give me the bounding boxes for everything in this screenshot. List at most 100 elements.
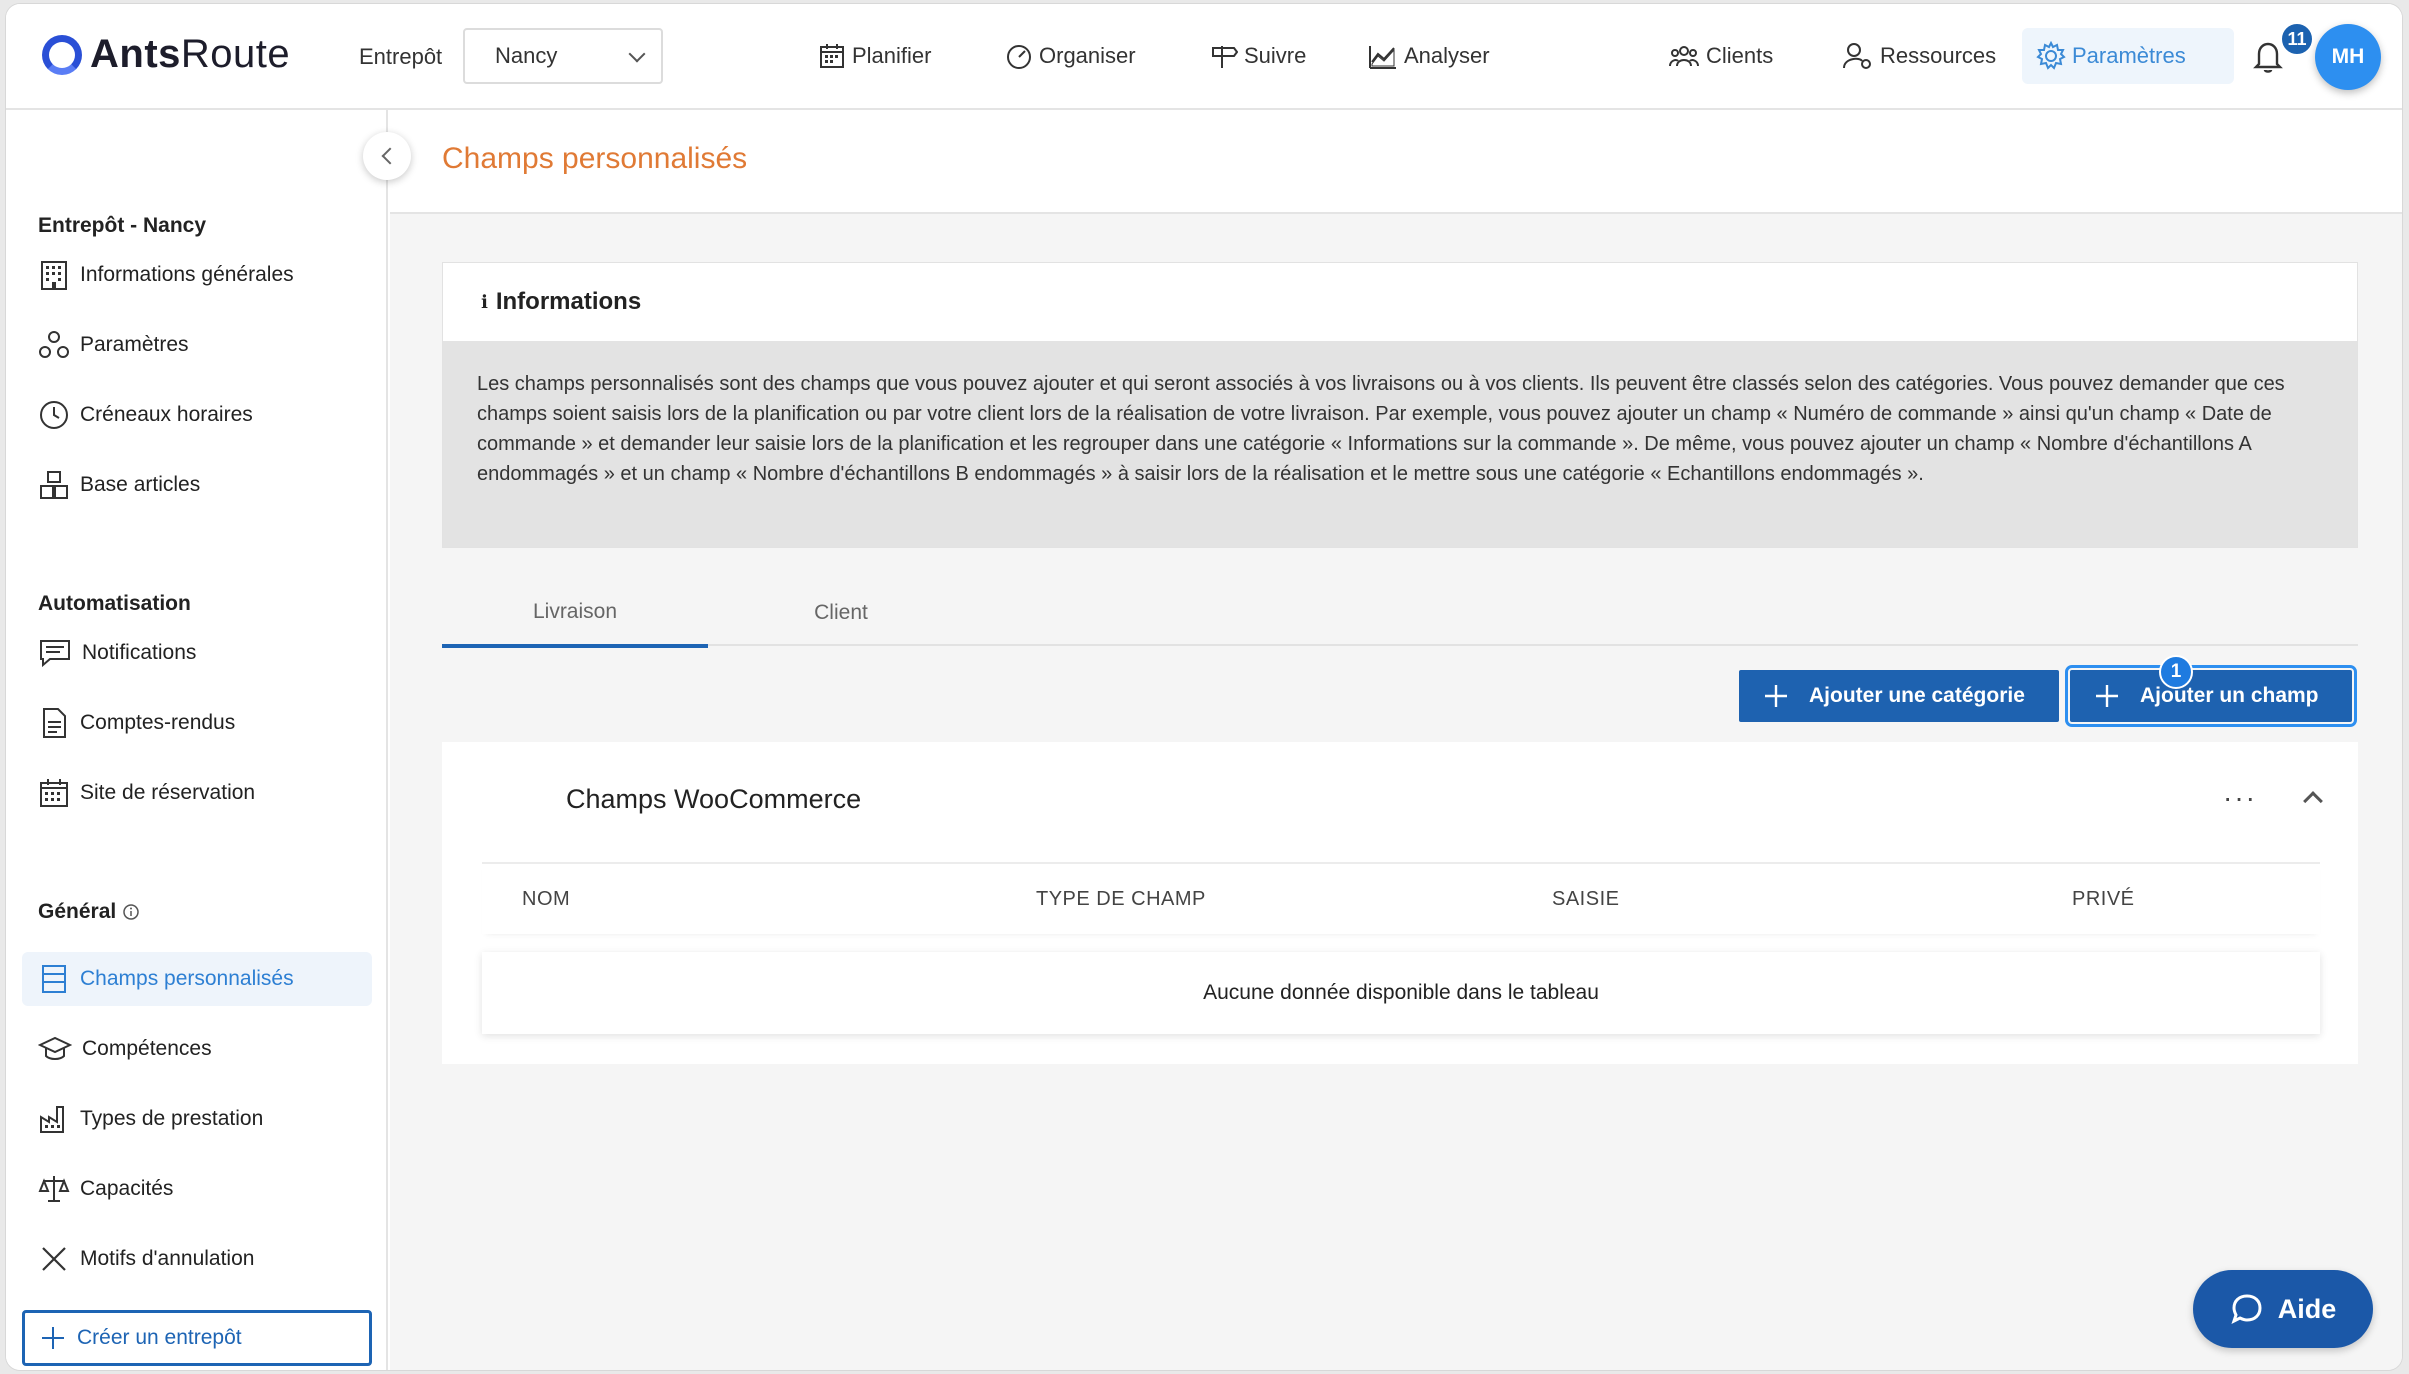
boxes-icon [40, 471, 68, 499]
nav-planifier[interactable]: Planifier [804, 28, 945, 84]
chart-icon [1369, 46, 1396, 69]
message-icon [40, 640, 70, 668]
list-icon [42, 965, 66, 993]
info-icon[interactable] [122, 903, 140, 921]
create-warehouse-label: Créer un entrepôt [77, 1326, 242, 1349]
info-panel: ℹ Informations Les champs personnalisés … [442, 262, 2358, 548]
users-icon [1669, 46, 1699, 67]
sidebar-item-competences[interactable]: Compétences [22, 1022, 372, 1076]
nav-analyser[interactable]: Analyser [1354, 28, 1504, 84]
warehouse-select-value: Nancy [495, 43, 558, 68]
sidebar-item-creneaux-horaires[interactable]: Créneaux horaires [22, 388, 372, 442]
info-panel-header: ℹ Informations [443, 263, 2357, 341]
clock-icon [40, 401, 68, 429]
add-field-button[interactable]: Ajouter un champ [2065, 665, 2357, 727]
step-badge: 1 [2159, 655, 2193, 689]
sidebar-item-motifs-annulation[interactable]: Motifs d'annulation [22, 1232, 372, 1286]
sidebar-item-label: Notifications [82, 641, 197, 664]
add-category-label: Ajouter une catégorie [1809, 684, 2025, 707]
nav-suivre-label: Suivre [1244, 43, 1307, 68]
column-header-saisie[interactable]: SAISIE [1552, 888, 1619, 911]
user-gear-icon [1843, 43, 1871, 69]
sidebar-item-label: Motifs d'annulation [80, 1247, 255, 1270]
sidebar-section-general: Général [38, 900, 140, 924]
sidebar-item-label: Capacités [80, 1177, 174, 1200]
user-avatar[interactable]: MH [2315, 24, 2381, 90]
sidebar-item-comptes-rendus[interactable]: Comptes-rendus [22, 696, 372, 750]
calendar-icon [40, 779, 68, 807]
logo-mark-icon [42, 34, 82, 75]
sidebar-item-informations-generales[interactable]: Informations générales [22, 248, 372, 302]
sidebar-item-base-articles[interactable]: Base articles [22, 458, 372, 512]
nav-ressources-label: Ressources [1880, 43, 1997, 68]
column-header-type[interactable]: TYPE DE CHAMP [1036, 888, 1206, 911]
sidebar-item-capacites[interactable]: Capacités [22, 1162, 372, 1216]
page-header: Champs personnalisés [390, 110, 2402, 214]
sidebar-item-label: Paramètres [80, 333, 189, 356]
scale-icon [38, 1176, 70, 1202]
nav-organiser-label: Organiser [1039, 43, 1136, 68]
gear-icon [2036, 41, 2066, 70]
bell-icon [2253, 42, 2283, 73]
nav-suivre[interactable]: Suivre [1196, 28, 1320, 84]
tabs: Livraison Client [442, 580, 2358, 648]
app-window: AntsRoute Entrepôt Nancy Planifier Organ… [6, 4, 2402, 1370]
sidebar: Entrepôt - Nancy Informations générales … [6, 110, 388, 1370]
sidebar-item-label: Créneaux horaires [80, 403, 253, 426]
sidebar-item-champs-personnalises[interactable]: Champs personnalisés [22, 952, 372, 1006]
sidebar-item-label: Types de prestation [80, 1107, 264, 1130]
sidebar-section-entrepot: Entrepôt - Nancy [38, 214, 207, 237]
calendar-icon [820, 44, 844, 68]
main-content: Champs personnalisés ℹ Informations Les … [390, 110, 2402, 1370]
nav-organiser[interactable]: Organiser [991, 28, 1150, 84]
add-category-button[interactable]: Ajouter une catégorie [1739, 670, 2059, 722]
sidebar-item-label: Base articles [80, 473, 201, 496]
sidebar-item-types-de-prestation[interactable]: Types de prestation [22, 1092, 372, 1146]
warehouse-select[interactable]: Nancy [463, 28, 663, 84]
sidebar-item-label: Site de réservation [80, 781, 256, 804]
sidebar-section-automatisation: Automatisation [38, 592, 191, 615]
sidebar-item-label: Champs personnalisés [80, 967, 294, 990]
nav-planifier-label: Planifier [852, 43, 932, 68]
nodes-icon [39, 331, 69, 358]
chat-bubble-icon [2231, 1294, 2262, 1324]
column-header-nom[interactable]: NOM [522, 888, 570, 911]
chevron-left-icon [381, 147, 398, 165]
sidebar-item-label: Comptes-rendus [80, 711, 236, 734]
help-button[interactable]: Aide [2193, 1270, 2373, 1348]
nav-clients[interactable]: Clients [1654, 28, 1787, 84]
x-icon [42, 1247, 66, 1271]
graduation-cap-icon [38, 1036, 72, 1060]
column-header-prive[interactable]: PRIVÉ [2072, 888, 2135, 911]
warehouse-label: Entrepôt [359, 44, 443, 69]
plus-icon [2096, 685, 2118, 707]
plus-icon [42, 1327, 64, 1349]
plus-icon [1765, 685, 1787, 707]
tab-livraison[interactable]: Livraison [442, 580, 708, 648]
top-navbar: AntsRoute Entrepôt Nancy Planifier Organ… [6, 4, 2402, 110]
antsroute-logo[interactable]: AntsRoute [42, 32, 290, 77]
nav-clients-label: Clients [1706, 43, 1774, 68]
nav-ressources[interactable]: Ressources [1828, 28, 2010, 84]
factory-icon [40, 1106, 64, 1133]
create-warehouse-button[interactable]: Créer un entrepôt [22, 1310, 372, 1366]
chevron-down-icon [628, 45, 646, 63]
nav-parametres[interactable]: Paramètres [2022, 28, 2234, 84]
nav-analyser-label: Analyser [1404, 43, 1490, 68]
sidebar-item-parametres[interactable]: Paramètres [22, 318, 372, 372]
chevron-up-icon[interactable] [2303, 791, 2323, 811]
info-icon: ℹ [481, 291, 488, 312]
sidebar-item-notifications[interactable]: Notifications [22, 626, 372, 680]
table-empty-row: Aucune donnée disponible dans le tableau [482, 952, 2320, 1034]
more-options-icon[interactable]: ··· [2223, 782, 2257, 814]
table-header: NOM TYPE DE CHAMP SAISIE PRIVÉ [482, 862, 2320, 934]
nav-parametres-label: Paramètres [2072, 43, 2186, 68]
signpost-icon [1212, 46, 1238, 68]
sidebar-item-label: Compétences [82, 1037, 212, 1060]
gauge-icon [1007, 45, 1031, 69]
tab-client[interactable]: Client [708, 580, 974, 646]
collapse-sidebar-button[interactable] [363, 132, 411, 180]
page-title: Champs personnalisés [442, 142, 748, 175]
notifications-bell[interactable] [2253, 40, 2283, 79]
sidebar-item-site-de-reservation[interactable]: Site de réservation [22, 766, 372, 820]
